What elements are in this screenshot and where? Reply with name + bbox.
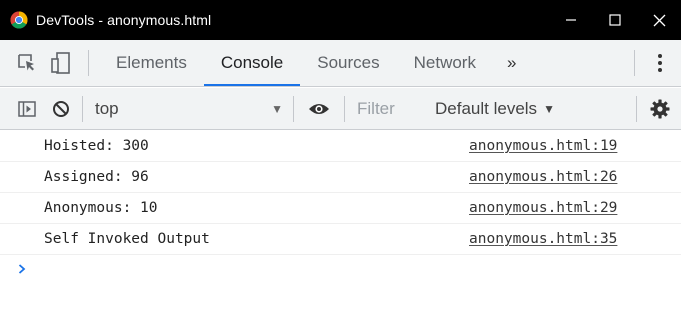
toolbar-divider bbox=[636, 95, 637, 122]
source-link[interactable]: anonymous.html:29 bbox=[469, 200, 617, 216]
console-message-text: Anonymous: 10 bbox=[44, 200, 158, 216]
console-message-row: Anonymous: 10 anonymous.html:29 bbox=[0, 193, 681, 224]
device-toolbar-icon bbox=[51, 52, 70, 74]
sidebar-toggle-button[interactable] bbox=[10, 92, 44, 126]
console-toolbar: top ▼ Default levels ▼ bbox=[0, 88, 681, 130]
toolbar-divider bbox=[88, 50, 89, 76]
inspect-element-button[interactable] bbox=[10, 46, 44, 80]
console-prompt[interactable] bbox=[0, 255, 681, 283]
more-tabs-button[interactable]: » bbox=[493, 40, 530, 86]
clear-console-button[interactable] bbox=[44, 92, 78, 126]
toolbar-divider bbox=[293, 95, 294, 122]
minimize-button[interactable] bbox=[549, 0, 593, 40]
inspect-element-icon bbox=[18, 54, 34, 71]
execution-context-select[interactable]: top ▼ bbox=[83, 88, 293, 130]
prompt-chevron-icon bbox=[18, 264, 26, 274]
console-message-text: Assigned: 96 bbox=[44, 169, 149, 185]
console-message-row: Self Invoked Output anonymous.html:35 bbox=[0, 224, 681, 255]
window-titlebar: DevTools - anonymous.html bbox=[0, 0, 681, 40]
close-icon bbox=[653, 14, 665, 26]
tab-sources[interactable]: Sources bbox=[300, 40, 396, 86]
console-message-text: Self Invoked Output bbox=[44, 231, 210, 247]
console-output: Hoisted: 300 anonymous.html:19 Assigned:… bbox=[0, 131, 681, 319]
console-message-row: Hoisted: 300 anonymous.html:19 bbox=[0, 131, 681, 162]
log-levels-dropdown[interactable]: Default levels ▼ bbox=[425, 88, 565, 130]
toolbar-divider bbox=[344, 95, 345, 122]
maximize-button[interactable] bbox=[593, 0, 637, 40]
execution-context-value: top bbox=[95, 98, 119, 118]
toolbar-divider bbox=[634, 50, 635, 76]
gear-icon bbox=[650, 99, 670, 119]
source-link[interactable]: anonymous.html:35 bbox=[469, 231, 617, 247]
kebab-menu-icon bbox=[658, 54, 662, 72]
tab-console[interactable]: Console bbox=[203, 40, 301, 86]
window-title: DevTools - anonymous.html bbox=[36, 12, 212, 28]
dropdown-arrow-icon: ▼ bbox=[271, 101, 283, 116]
close-button[interactable] bbox=[637, 0, 681, 40]
devtools-tabbar: Elements Console Sources Network » bbox=[0, 40, 681, 87]
clear-console-icon bbox=[53, 100, 69, 117]
console-message-text: Hoisted: 300 bbox=[44, 138, 149, 154]
filter-input[interactable] bbox=[349, 93, 425, 124]
tab-elements[interactable]: Elements bbox=[99, 40, 204, 86]
dropdown-arrow-icon: ▼ bbox=[543, 101, 555, 116]
console-settings-button[interactable] bbox=[645, 88, 675, 130]
minimize-icon bbox=[566, 19, 576, 21]
source-link[interactable]: anonymous.html:26 bbox=[469, 169, 617, 185]
kebab-menu-button[interactable] bbox=[647, 40, 673, 86]
source-link[interactable]: anonymous.html:19 bbox=[469, 138, 617, 154]
log-levels-label: Default levels bbox=[435, 98, 538, 118]
console-message-row: Assigned: 96 anonymous.html:26 bbox=[0, 162, 681, 193]
sidebar-toggle-icon bbox=[18, 100, 36, 117]
tab-network[interactable]: Network bbox=[397, 40, 493, 86]
eye-icon bbox=[309, 103, 329, 114]
live-expression-button[interactable] bbox=[302, 92, 336, 126]
maximize-icon bbox=[609, 14, 621, 26]
chrome-icon bbox=[10, 11, 28, 29]
device-toolbar-button[interactable] bbox=[44, 46, 78, 80]
